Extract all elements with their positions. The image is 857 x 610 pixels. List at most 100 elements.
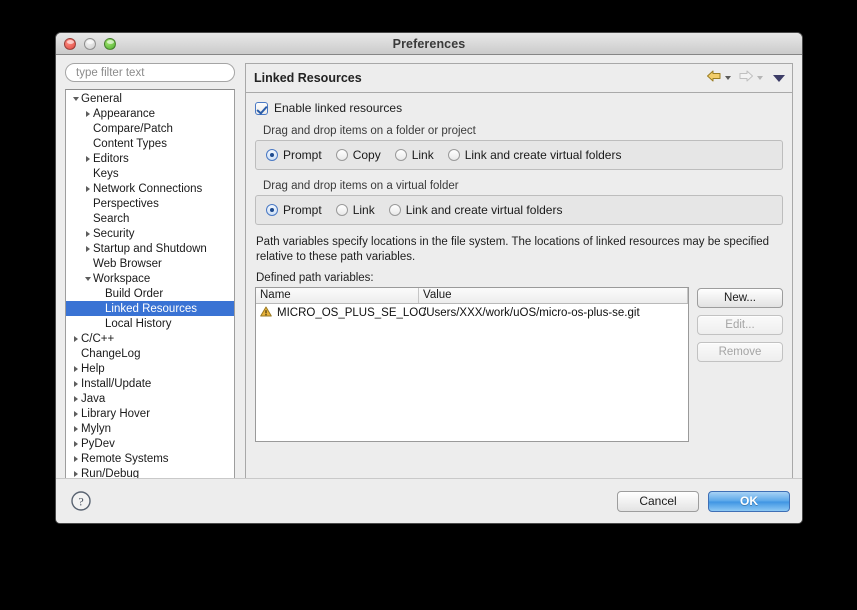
radio-button[interactable] [335, 204, 348, 216]
back-arrow-icon[interactable] [706, 69, 722, 88]
folder-option-link-and-create-virtual-folders[interactable]: Link and create virtual folders [447, 148, 622, 162]
sidebar-item-java[interactable]: Java [66, 391, 234, 406]
sidebar-item-label: Keys [93, 167, 119, 180]
path-variables-table[interactable]: Name Value MICRO_OS_PLUS_SE_LOC/Users/XX… [255, 287, 689, 442]
sidebar-item-library-hover[interactable]: Library Hover [66, 406, 234, 421]
sidebar-item-content-types[interactable]: Content Types [66, 136, 234, 151]
radio-button[interactable] [266, 204, 278, 216]
sidebar-item-web-browser[interactable]: Web Browser [66, 256, 234, 271]
tree-twisty-icon[interactable] [70, 425, 81, 432]
folder-option-copy[interactable]: Copy [335, 148, 381, 162]
sidebar-item-label: Appearance [93, 107, 156, 120]
zoom-button[interactable] [104, 37, 116, 50]
sidebar-item-label: General [81, 92, 122, 105]
minimize-button[interactable] [84, 37, 96, 50]
radio-button[interactable] [388, 204, 401, 216]
sidebar-item-perspectives[interactable]: Perspectives [66, 196, 234, 211]
sidebar-item-help[interactable]: Help [66, 361, 234, 376]
sidebar-item-keys[interactable]: Keys [66, 166, 234, 181]
sidebar-item-label: Java [81, 392, 106, 405]
sidebar-item-label: Help [81, 362, 105, 375]
radio-label: Prompt [283, 148, 322, 162]
folder-option-prompt[interactable]: Prompt [266, 148, 322, 162]
path-variables-area: Name Value MICRO_OS_PLUS_SE_LOC/Users/XX… [255, 287, 783, 442]
sidebar-item-compare-patch[interactable]: Compare/Patch [66, 121, 234, 136]
tree-twisty-icon[interactable] [82, 110, 93, 117]
path-variables-description: Path variables specify locations in the … [256, 236, 770, 263]
table-row[interactable]: MICRO_OS_PLUS_SE_LOC/Users/XXX/work/uOS/… [256, 304, 688, 321]
radio-label: Link [411, 148, 434, 162]
tree-twisty-icon[interactable] [82, 155, 93, 162]
folder-option-link[interactable]: Link [394, 148, 434, 162]
window-body: General Appearance Compare/Patch Content Ty… [56, 55, 802, 502]
sidebar-item-security[interactable]: Security [66, 226, 234, 241]
window-controls [56, 37, 116, 50]
back-dropdown-icon[interactable] [725, 76, 731, 80]
menu-chevron-icon[interactable] [773, 74, 785, 82]
radio-label: Prompt [283, 203, 322, 217]
tree-twisty-icon[interactable] [70, 380, 81, 387]
tree-twisty-icon[interactable] [70, 470, 81, 477]
close-button[interactable] [64, 37, 76, 50]
enable-linked-resources-checkbox[interactable] [255, 101, 268, 115]
column-header-value[interactable]: Value [419, 288, 688, 303]
new-button[interactable]: New... [697, 288, 783, 308]
navigation-icons [706, 69, 785, 88]
radio-button[interactable] [335, 149, 348, 161]
tree-twisty-icon[interactable] [70, 335, 81, 342]
radio-label: Link and create virtual folders [405, 203, 563, 217]
ok-button[interactable]: OK [708, 490, 790, 512]
preferences-window: Preferences General Appearance Compare/Pat… [55, 32, 803, 524]
forward-arrow-icon [738, 69, 754, 88]
sidebar-item-changelog[interactable]: ChangeLog [66, 346, 234, 361]
radio-button[interactable] [447, 149, 460, 161]
cell-name: MICRO_OS_PLUS_SE_LOC [256, 306, 427, 320]
sidebar-item-label: Local History [105, 317, 172, 330]
sidebar-item-search[interactable]: Search [66, 211, 234, 226]
radio-button[interactable] [394, 149, 407, 161]
preferences-tree[interactable]: General Appearance Compare/Patch Content Ty… [65, 89, 235, 484]
tree-twisty-icon[interactable] [70, 365, 81, 372]
tree-twisty-icon[interactable] [70, 440, 81, 447]
sidebar-item-label: Startup and Shutdown [93, 242, 207, 255]
sidebar-item-local-history[interactable]: Local History [66, 316, 234, 331]
virtual-option-prompt[interactable]: Prompt [266, 203, 322, 217]
sidebar-item-label: Web Browser [93, 257, 162, 270]
enable-linked-resources-row[interactable]: Enable linked resources [255, 101, 783, 115]
virtual-option-link[interactable]: Link [335, 203, 375, 217]
sidebar-item-remote-systems[interactable]: Remote Systems [66, 451, 234, 466]
tree-twisty-icon[interactable] [70, 410, 81, 417]
cancel-button[interactable]: Cancel [617, 490, 699, 512]
sidebar-item-label: Perspectives [93, 197, 159, 210]
tree-twisty-icon[interactable] [82, 185, 93, 192]
sidebar-item-c-c[interactable]: C/C++ [66, 331, 234, 346]
table-body: MICRO_OS_PLUS_SE_LOC/Users/XXX/work/uOS/… [256, 304, 688, 321]
svg-text:?: ? [78, 495, 83, 509]
tree-twisty-icon[interactable] [70, 455, 81, 462]
filter-input[interactable] [65, 63, 235, 82]
tree-twisty-icon[interactable] [82, 230, 93, 237]
tree-twisty-icon[interactable] [82, 276, 93, 281]
virtual-option-link-and-create-virtual-folders[interactable]: Link and create virtual folders [388, 203, 563, 217]
radio-label: Link and create virtual folders [464, 148, 622, 162]
tree-twisty-icon[interactable] [82, 245, 93, 252]
sidebar-item-startup-and-shutdown[interactable]: Startup and Shutdown [66, 241, 234, 256]
sidebar-item-appearance[interactable]: Appearance [66, 106, 234, 121]
sidebar-item-install-update[interactable]: Install/Update [66, 376, 234, 391]
sidebar-item-label: Library Hover [81, 407, 151, 420]
column-header-name[interactable]: Name [256, 288, 419, 303]
help-button[interactable]: ? [70, 490, 92, 512]
tree-twisty-icon[interactable] [70, 96, 81, 101]
sidebar-item-workspace[interactable]: Workspace [66, 271, 234, 286]
edit-button: Edit... [697, 315, 783, 335]
sidebar-item-general[interactable]: General [66, 91, 234, 106]
sidebar-item-linked-resources[interactable]: Linked Resources [66, 301, 234, 316]
tree-twisty-icon[interactable] [70, 395, 81, 402]
sidebar-item-build-order[interactable]: Build Order [66, 286, 234, 301]
sidebar-item-pydev[interactable]: PyDev [66, 436, 234, 451]
window-titlebar[interactable]: Preferences [56, 33, 802, 55]
sidebar-item-network-connections[interactable]: Network Connections [66, 181, 234, 196]
sidebar-item-editors[interactable]: Editors [66, 151, 234, 166]
sidebar-item-mylyn[interactable]: Mylyn [66, 421, 234, 436]
radio-button[interactable] [266, 149, 278, 161]
